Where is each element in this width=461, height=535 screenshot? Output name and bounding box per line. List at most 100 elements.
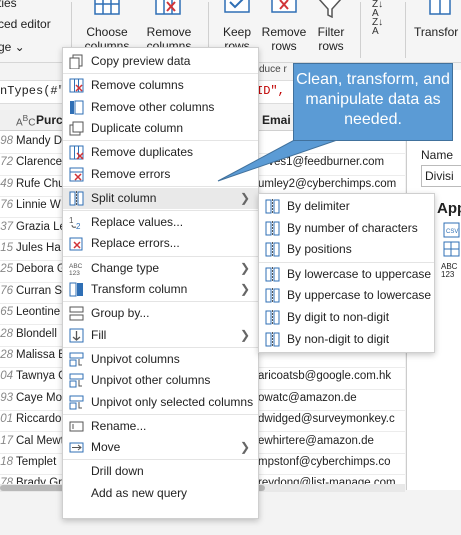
svg-text:ABC: ABC [69, 263, 83, 270]
purchaser-cell[interactable]: Linnie W [16, 199, 62, 211]
menu-item-label: Duplicate column [91, 120, 184, 135]
split-column-icon [265, 288, 280, 304]
transform-label: Transfor [414, 25, 459, 39]
menu-item-remove-duplicates[interactable]: Remove duplicates [63, 142, 258, 163]
menu-item-unpivot-other-columns[interactable]: Unpivot other columns [63, 370, 258, 391]
menu-item-group-by[interactable]: Group by... [63, 303, 258, 324]
ribbon-divider [405, 2, 406, 58]
email-cell[interactable]: aricoatsb@google.com.hk [258, 370, 404, 382]
column-header-email[interactable]: Emai [262, 113, 291, 127]
menu-separator [63, 255, 258, 257]
split-column-icon [265, 199, 280, 214]
menu-item-remove-columns[interactable]: Remove columns [63, 75, 258, 96]
chevron-right-icon: ❯ [239, 260, 250, 275]
split-by-delimiter[interactable]: By delimiter [259, 196, 434, 217]
ribbon-partial-label-2[interactable]: ced editor [0, 17, 51, 31]
menu-item-replace-errors[interactable]: Replace errors... [63, 233, 258, 254]
menu-item-remove-other-columns[interactable]: Remove other columns [63, 97, 258, 118]
row-number-cell: 98 [0, 135, 13, 147]
transform-icon [429, 0, 451, 15]
submenu-item-label: By number of characters [287, 220, 418, 235]
menu-separator [63, 346, 258, 348]
query-name-field[interactable]: Divisi [421, 165, 461, 187]
menu-item-split-column[interactable]: Split column ❯ [63, 187, 258, 209]
group-by-icon [69, 306, 84, 321]
split-by-uppercase-to-lowercase[interactable]: By uppercase to lowercase [259, 285, 434, 306]
split-by-lowercase-to-uppercase[interactable]: By lowercase to uppercase [259, 264, 434, 285]
ribbon-partial-label-3[interactable]: ge ⌄ [0, 40, 25, 54]
menu-item-fill[interactable]: Fill ❯ [63, 325, 258, 346]
formula-text-right: ID", [256, 84, 285, 98]
purchaser-cell[interactable]: Blondell [16, 328, 62, 340]
row-number-cell: 93 [0, 391, 13, 404]
menu-separator [63, 413, 258, 415]
menu-item-unpivot-columns[interactable]: Unpivot columns [63, 349, 258, 370]
purchaser-cell[interactable]: Tawnya G [16, 370, 62, 382]
purchaser-cell[interactable]: Curran S [16, 285, 62, 297]
menu-item-label: Remove duplicates [91, 145, 194, 160]
menu-item-rename[interactable]: Rename... [63, 416, 258, 437]
email-cell[interactable]: urves1@feedburner.com [258, 156, 404, 168]
menu-item-copy-preview-data[interactable]: Copy preview data [63, 51, 258, 72]
transform-button[interactable]: Transfor [414, 0, 461, 60]
email-cell[interactable]: owatc@amazon.de [258, 392, 404, 404]
submenu-item-label: By uppercase to lowercase [287, 288, 432, 303]
purchaser-cell[interactable]: Debora G [16, 263, 62, 275]
purchaser-cell[interactable]: Cal Mewt [16, 435, 62, 447]
split-by-positions[interactable]: By positions [259, 239, 434, 260]
menu-item-replace-values[interactable]: 1 2 Replace values... [63, 212, 258, 233]
menu-item-duplicate-column[interactable]: Duplicate column [63, 118, 258, 139]
purchaser-cell[interactable]: Riccardo [16, 413, 62, 425]
menu-item-remove-errors[interactable]: Remove errors [63, 164, 258, 185]
sort-descending-icon[interactable]: Z↓ A [372, 18, 390, 37]
menu-item-unpivot-only-selected-columns[interactable]: Unpivot only selected columns [63, 392, 258, 413]
remove-rows-button[interactable]: Remove rows [259, 0, 309, 60]
email-cell[interactable]: ewhirtere@amazon.de [258, 435, 404, 447]
menu-separator [63, 73, 258, 75]
menu-item-drill-down[interactable]: Drill down [63, 461, 258, 482]
row-number-cell: 76 [0, 284, 13, 297]
chevron-right-icon: ❯ [239, 282, 250, 296]
remove-columns-icon [69, 78, 84, 93]
change-type-step-icon: ABC 123 [441, 262, 458, 279]
split-by-number-of-characters[interactable]: By number of characters [259, 218, 434, 239]
sort-ascending-icon[interactable]: Z↓ A [372, 0, 390, 19]
email-cell[interactable]: dwidged@surveymonkey.c [258, 413, 404, 425]
menu-item-move[interactable]: Move ❯ [63, 437, 258, 458]
purchaser-cell[interactable]: Mandy D [16, 135, 62, 147]
fill-icon [69, 328, 84, 343]
purchaser-cell[interactable]: Jules Ha [16, 242, 62, 254]
menu-separator [63, 210, 258, 212]
split-by-non-digit-to-digit[interactable]: By non-digit to digit [259, 329, 434, 350]
menu-item-add-as-new-query[interactable]: Add as new query [63, 483, 258, 504]
split-by-digit-to-non-digit[interactable]: By digit to non-digit [259, 307, 434, 328]
copy-preview-icon [69, 54, 83, 69]
email-cell[interactable]: umley2@cyberchimps.com [258, 178, 404, 190]
menu-item-label: Drill down [91, 464, 144, 479]
email-cell[interactable]: mpstonf@cyberchimps.co [258, 456, 404, 468]
split-column-icon [265, 220, 280, 236]
purchaser-cell[interactable]: Caye Mo [16, 392, 62, 404]
purchaser-cell[interactable]: Clarence [16, 156, 62, 168]
row-number-cell: 49 [0, 177, 13, 190]
purchaser-cell[interactable]: Leontine [16, 306, 62, 318]
submenu-item-label: By non-digit to digit [287, 331, 390, 346]
submenu-item-label: By positions [287, 242, 352, 257]
menu-item-change-type[interactable]: ABC 123 Change type ❯ [63, 258, 258, 279]
formula-text: nTypes(#" [0, 84, 65, 98]
purchaser-cell[interactable]: Templet [16, 456, 62, 468]
menu-item-transform-column[interactable]: Transform column ❯ [63, 279, 258, 300]
menu-separator [63, 301, 258, 303]
filter-rows-button[interactable]: Filter rows [311, 0, 351, 60]
split-column-icon [265, 266, 280, 282]
move-icon [69, 442, 84, 453]
ribbon-divider [360, 2, 361, 58]
reduce-rows-group-label: duce r [259, 64, 287, 75]
purchaser-cell[interactable]: Grazia Le [16, 221, 62, 233]
text-type-icon[interactable]: ABC [16, 113, 35, 128]
purchaser-cell[interactable]: Malissa B [16, 349, 62, 361]
remove-rows-label: Remove rows [261, 25, 307, 53]
svg-text:CSV: CSV [446, 229, 458, 235]
purchaser-cell[interactable]: Rufe Chu [16, 178, 62, 190]
row-number-cell: 25 [0, 263, 13, 276]
